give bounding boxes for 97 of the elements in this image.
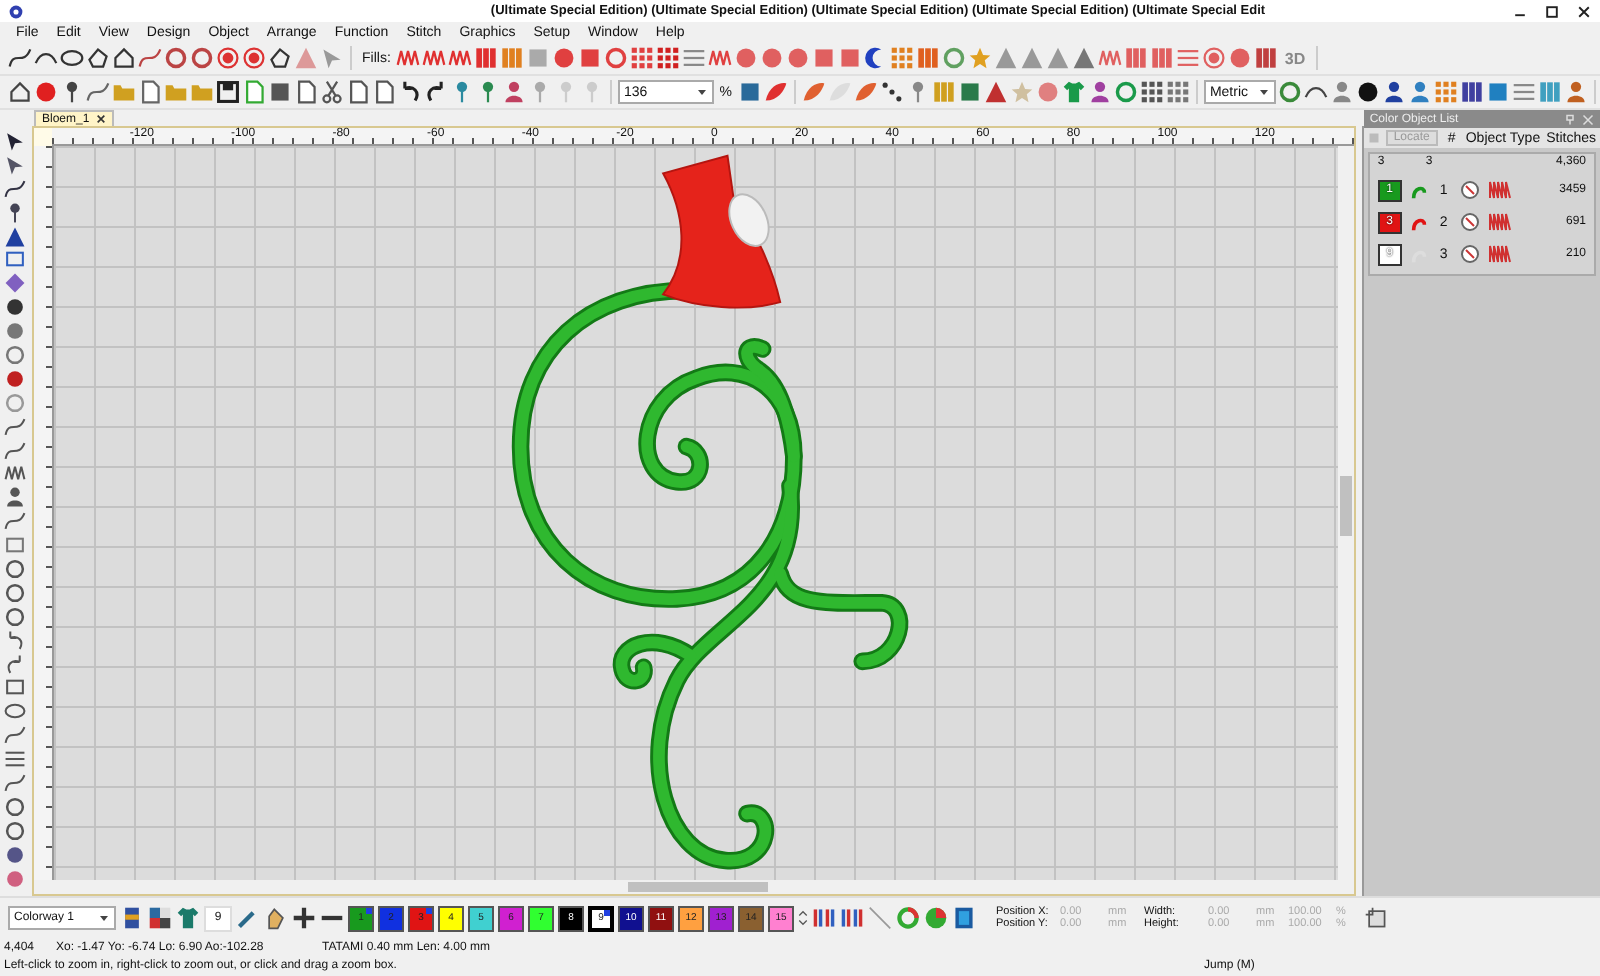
target-icon[interactable] [1202,46,1227,70]
close-icon[interactable] [95,114,106,124]
zigzag-stitch-icon[interactable] [4,462,27,485]
star-icon[interactable] [968,46,993,70]
thread-chart-icon[interactable] [840,906,864,930]
curve-tool-icon[interactable] [4,724,27,747]
flower-embroidery-drawing[interactable] [510,154,908,870]
stitch-icon[interactable] [682,46,707,70]
column-stitch-icon[interactable] [1150,46,1175,70]
plus-icon[interactable] [292,906,316,930]
select-arrow-icon[interactable] [4,130,27,152]
path-tool-icon[interactable] [138,46,162,70]
fill-pattern-icon[interactable] [734,46,759,70]
polygon-tool-icon[interactable] [86,46,110,70]
fill-pattern-icon[interactable] [838,46,863,70]
column-stitch-icon[interactable] [1254,46,1279,70]
thread-chart-icon[interactable] [812,906,836,930]
arrow-icon[interactable] [320,46,344,70]
column-stitch-icon[interactable] [474,46,499,70]
horizontal-scrollbar[interactable] [33,880,1354,894]
caret-icon [1258,86,1270,98]
node-edit-icon[interactable] [4,153,27,176]
fill-pattern-icon[interactable] [630,46,655,70]
satin-tool-icon[interactable] [4,415,27,438]
close-icon[interactable] [1576,3,1592,19]
ellipse-tool-icon[interactable] [60,46,84,70]
circle-tool-icon[interactable] [164,46,188,70]
star-icon[interactable] [1009,80,1034,104]
needle-circle-icon [1459,244,1480,264]
cut-icon[interactable] [320,80,344,104]
needle-circle-icon [1459,180,1480,200]
dots-icon[interactable] [879,80,904,104]
fill-pattern-icon[interactable] [812,46,837,70]
stitch-type-icon [1487,212,1512,232]
zigzag-stitch-icon[interactable] [1098,46,1123,70]
house-shape-icon[interactable] [112,46,136,70]
fill-pattern-icon[interactable] [552,46,577,70]
color-bar-icon[interactable] [120,906,144,930]
diagonal-line-icon[interactable] [868,906,892,930]
save-icon[interactable] [216,80,240,104]
column-stitch-icon[interactable] [1124,46,1149,70]
fill-pattern-icon[interactable] [1228,46,1253,70]
ellipse-tool-icon[interactable] [4,700,27,723]
target-icon[interactable] [242,46,266,70]
caret-icon [98,912,110,924]
home-icon[interactable] [8,80,32,104]
color-ring-icon[interactable] [896,906,920,930]
column-stitch-icon[interactable] [916,46,941,70]
run-tool-icon[interactable] [4,439,27,462]
fill-pattern-icon[interactable] [578,46,603,70]
grid-icon[interactable] [1139,80,1164,104]
person-icon[interactable] [502,80,526,104]
curve-tool-icon[interactable] [4,772,27,795]
reshape-icon[interactable] [4,177,27,200]
maximize-icon[interactable] [1544,3,1560,19]
stitch-type-icon [1487,180,1512,200]
new-document-icon[interactable] [138,80,162,104]
color-bar-icon[interactable] [1460,80,1484,104]
needle-circle-icon [1459,212,1480,232]
line-tool-icon[interactable] [8,46,32,70]
zigzag-stitch-icon[interactable] [448,46,473,70]
fill-pattern-icon[interactable] [760,46,785,70]
curve-tool-icon[interactable] [4,510,27,533]
color-wheel-icon[interactable] [924,906,948,930]
column-stitch-icon[interactable] [500,46,525,70]
leaf-icon[interactable] [801,80,826,104]
square-tool-icon[interactable] [4,534,27,557]
ring-pattern-icon[interactable] [604,46,629,70]
stitch-type-icon [1487,244,1512,264]
line-tool-icon[interactable] [4,748,27,771]
triangle-icon[interactable] [1020,46,1045,70]
person-icon[interactable] [1087,80,1112,104]
grid-icon[interactable] [1165,80,1190,104]
lines-icon[interactable] [1176,46,1201,70]
undo-icon[interactable] [398,80,422,104]
target-icon[interactable] [216,46,240,70]
palette-grid-icon[interactable] [148,906,172,930]
triangle-icon[interactable] [994,46,1019,70]
zigzag-stitch-icon[interactable] [396,46,421,70]
text-tool-icon[interactable] [4,225,27,248]
triangle-icon[interactable] [1072,46,1097,70]
caret-icon [695,86,708,98]
corner-tool-icon[interactable] [268,46,292,70]
zigzag-stitch-icon[interactable] [422,46,447,70]
grid-canvas[interactable] [53,146,1338,880]
shirt-icon[interactable] [1061,80,1086,104]
leaf-icon[interactable] [763,80,788,104]
fill-pattern-icon[interactable] [786,46,811,70]
rectangle-tool-icon[interactable] [4,676,27,699]
circle-tool-icon[interactable] [190,46,214,70]
triangle-icon[interactable] [1046,46,1071,70]
shirt-icon[interactable] [176,906,200,930]
grid-pattern-icon[interactable] [656,46,681,70]
circle-icon[interactable] [4,344,27,367]
scroll-arrows-icon[interactable] [798,906,808,930]
diamond-icon[interactable] [4,272,27,295]
redo-icon[interactable] [424,80,448,104]
